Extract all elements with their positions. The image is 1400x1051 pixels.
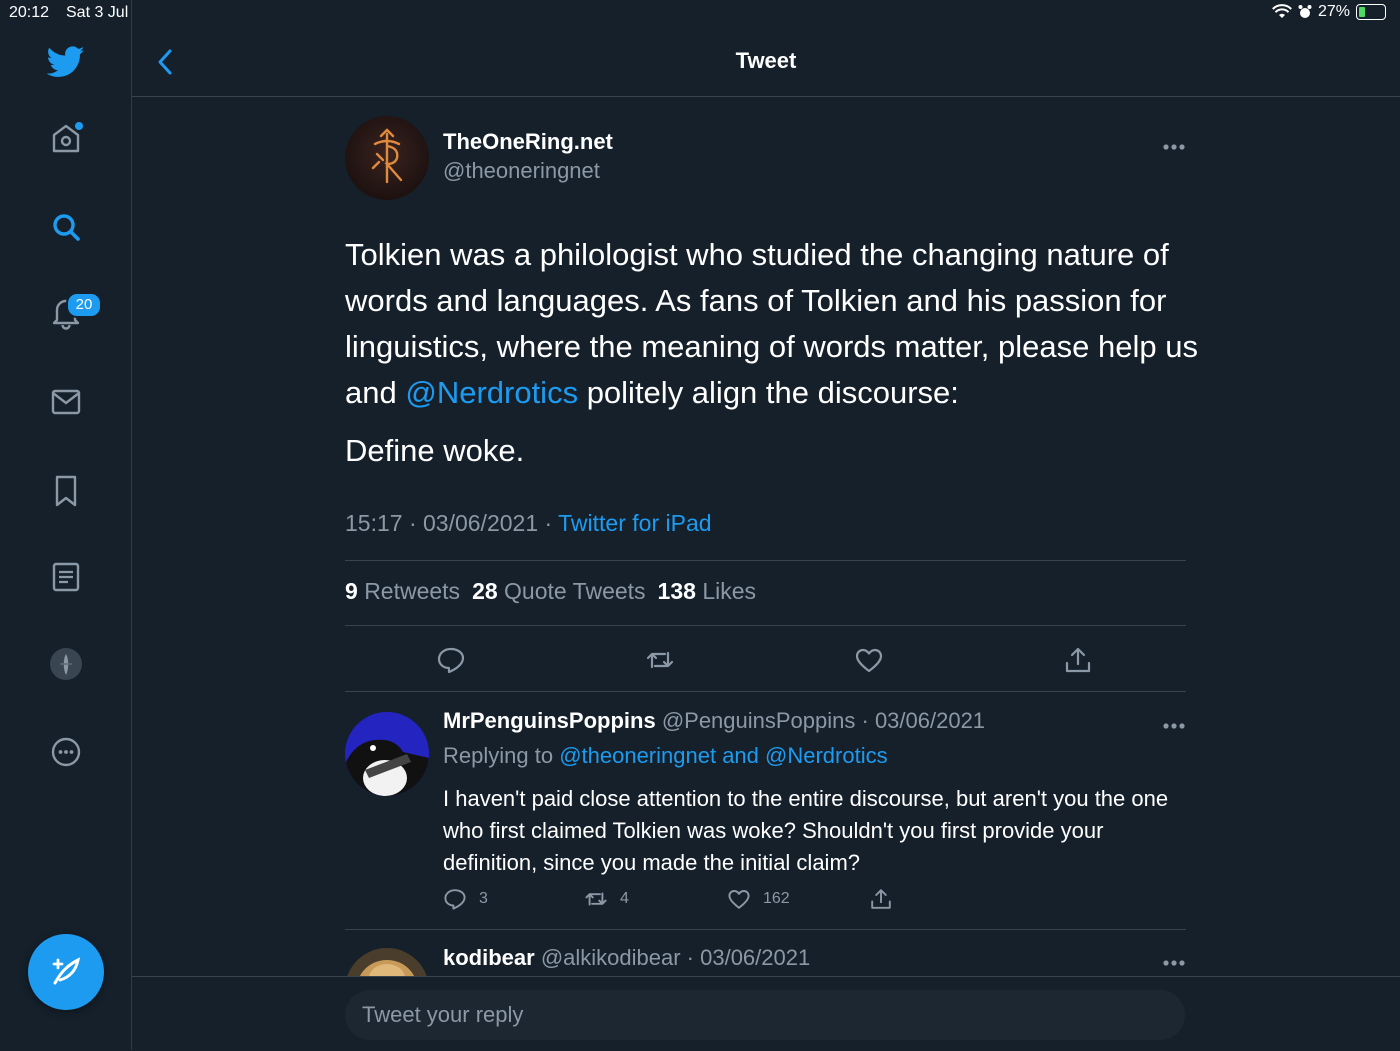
wifi-icon xyxy=(1272,4,1292,18)
like-count: 162 xyxy=(763,890,790,907)
reply-more-options-icon[interactable] xyxy=(1162,718,1188,729)
penguin-avatar-image xyxy=(345,712,429,796)
quote-tweets-label: Quote Tweets xyxy=(504,578,646,604)
reply-avatar[interactable] xyxy=(345,712,429,796)
reply-retweet-button[interactable]: 4 xyxy=(584,887,629,911)
compose-feather-icon xyxy=(52,957,81,985)
reply-author-name[interactable]: MrPenguinsPoppins @PenguinsPoppins · 03/… xyxy=(443,708,985,734)
compose-tweet-button[interactable] xyxy=(28,934,104,1010)
like-heart-icon[interactable] xyxy=(854,645,884,675)
battery-percent: 27% xyxy=(1317,3,1350,20)
reply-icon xyxy=(444,889,466,910)
mention-link[interactable]: @Nerdrotics xyxy=(405,375,578,410)
tweet-text-paragraph-2: Define woke. xyxy=(345,433,525,468)
lists-icon[interactable] xyxy=(45,556,87,598)
divider xyxy=(345,625,1186,626)
divider xyxy=(345,560,1186,561)
reply-text: I haven't paid close attention to the en… xyxy=(443,786,1169,875)
quote-tweets-stat[interactable]: 28 Quote Tweets xyxy=(472,578,645,605)
twitter-bird-icon[interactable] xyxy=(45,41,87,83)
tweet-body: Tolkien was a philologist who studied th… xyxy=(345,232,1205,474)
tweet-metadata: 15:17 · 03/06/2021 · Twitter for iPad xyxy=(345,510,712,537)
reply-author-name[interactable]: kodibear @alkikodibear · 03/06/2021 xyxy=(443,945,810,971)
reply-reply-button[interactable]: 3 xyxy=(443,887,488,911)
reply-input[interactable] xyxy=(345,990,1185,1040)
tolkien-monogram-logo xyxy=(371,128,403,184)
tweet-text-part: politely align the discourse: xyxy=(578,375,959,410)
messages-envelope-icon[interactable] xyxy=(45,381,87,423)
tweet-stats: 9 Retweets 28 Quote Tweets 138 Likes xyxy=(345,578,756,605)
share-icon[interactable] xyxy=(1063,645,1093,675)
battery-icon xyxy=(1356,4,1386,20)
reply-icon[interactable] xyxy=(436,645,466,675)
replying-to: Replying to @theoneringnet and @Nerdroti… xyxy=(443,743,888,769)
divider xyxy=(345,929,1186,930)
share-icon xyxy=(871,889,891,909)
likes-stat[interactable]: 138 Likes xyxy=(658,578,756,605)
page-title: Tweet xyxy=(735,48,797,73)
retweet-count: 4 xyxy=(620,890,629,907)
sidebar: 20 xyxy=(0,0,132,1050)
retweets-label: Retweets xyxy=(364,578,461,604)
status-indicators: 27% xyxy=(1272,3,1386,21)
like-heart-icon xyxy=(728,890,750,909)
divider xyxy=(345,691,1186,692)
retweet-icon xyxy=(585,892,607,906)
reply-handle-date: @alkikodibear · 03/06/2021 xyxy=(540,945,811,970)
reply-share-button[interactable] xyxy=(869,887,893,911)
profile-avatar-icon[interactable] xyxy=(45,643,87,685)
bookmark-icon[interactable] xyxy=(45,470,87,512)
tweet-text-paragraph: Tolkien was a philologist who studied th… xyxy=(345,232,1205,416)
replying-to-label: Replying to xyxy=(443,743,560,768)
reply-like-button[interactable]: 162 xyxy=(727,887,790,911)
alarm-icon xyxy=(1298,5,1312,18)
search-icon[interactable] xyxy=(45,206,87,248)
tweet-author-handle[interactable]: @theoneringnet xyxy=(443,158,600,184)
replying-to-mentions[interactable]: @theoneringnet and @Nerdrotics xyxy=(559,743,887,768)
retweet-icon[interactable] xyxy=(645,645,675,675)
retweets-stat[interactable]: 9 Retweets xyxy=(345,578,460,605)
retweets-count: 9 xyxy=(345,578,358,604)
reply-more-options-icon[interactable] xyxy=(1162,955,1188,966)
reply-composer-bar xyxy=(132,976,1400,1051)
home-icon[interactable] xyxy=(45,117,87,159)
tweet-timestamp: 15:17 · 03/06/2021 · xyxy=(345,510,559,536)
reply-name-text: kodibear xyxy=(443,945,535,970)
tweet-more-options-icon[interactable] xyxy=(1162,139,1188,150)
top-header: Tweet xyxy=(132,28,1400,97)
notifications-badge: 20 xyxy=(66,292,102,318)
likes-label: Likes xyxy=(702,578,757,604)
likes-count: 138 xyxy=(657,578,696,604)
reply-handle-date: @PenguinsPoppins · 03/06/2021 xyxy=(661,708,986,733)
tweet-source-link[interactable]: Twitter for iPad xyxy=(558,510,711,536)
tweet-author-avatar[interactable] xyxy=(345,116,429,200)
reply-count: 3 xyxy=(479,890,488,907)
more-circle-icon[interactable] xyxy=(45,731,87,773)
quote-tweets-count: 28 xyxy=(472,578,498,604)
reply-name-text: MrPenguinsPoppins xyxy=(443,708,656,733)
tweet-author-name[interactable]: TheOneRing.net xyxy=(443,129,613,155)
status-bar: 20:12 Sat 3 Jul 27% xyxy=(0,0,1400,28)
